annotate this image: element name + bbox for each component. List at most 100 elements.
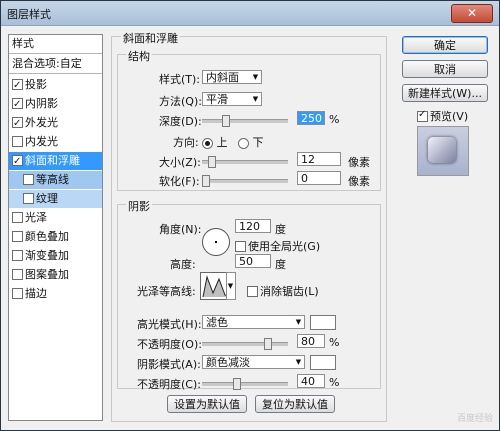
contour-checkbox[interactable] <box>23 173 34 185</box>
depth-slider[interactable] <box>202 115 288 127</box>
depth-label: 深度(D): <box>159 115 202 128</box>
bevel-style-value: 内斜面 <box>206 71 239 84</box>
chevron-down-icon: ▼ <box>295 318 302 326</box>
style-item-inner-shadow[interactable]: 内阴影 <box>9 95 102 114</box>
watermark-text: 百度经验 <box>456 414 493 424</box>
preview-swatch <box>428 137 456 163</box>
layer-style-dialog: 图层样式 ✕ 样式 混合选项:自定 投影 内阴影 外发光 内发光 斜面和浮雕 等… <box>0 0 500 431</box>
style-item-label: 投影 <box>25 78 47 91</box>
structure-title: 结构 <box>126 48 152 64</box>
color-overlay-checkbox[interactable] <box>12 230 23 242</box>
style-list-header[interactable]: 样式 <box>9 35 102 54</box>
style-item-texture[interactable]: 纹理 <box>9 190 102 208</box>
altitude-input[interactable]: 50 <box>235 254 271 268</box>
direction-down-option[interactable]: 下 <box>238 134 264 150</box>
style-item-color-overlay[interactable]: 颜色叠加 <box>9 228 102 246</box>
style-item-contour[interactable]: 等高线 <box>9 171 102 189</box>
inner-glow-checkbox[interactable] <box>12 135 23 147</box>
anti-aliased-option[interactable]: 消除锯齿(L) <box>247 283 319 299</box>
gloss-contour-dropdown[interactable]: ▼ <box>226 272 236 300</box>
size-slider-knob[interactable] <box>208 156 217 168</box>
shadow-mode-select[interactable]: 颜色减淡 ▼ <box>202 355 305 369</box>
bevel-style-select[interactable]: 内斜面 ▼ <box>202 70 262 84</box>
highlight-color-swatch[interactable] <box>310 315 336 330</box>
satin-checkbox[interactable] <box>12 211 23 223</box>
style-item-label: 光泽 <box>25 211 47 224</box>
gradient-overlay-checkbox[interactable] <box>12 249 23 261</box>
direction-up-label: 上 <box>216 136 228 149</box>
shadow-opacity-knob[interactable] <box>233 378 242 390</box>
depth-input[interactable]: 250 <box>297 111 325 125</box>
preview-checkbox[interactable] <box>417 109 428 122</box>
shadow-color-swatch[interactable] <box>310 355 336 370</box>
blend-options-item[interactable]: 混合选项:自定 <box>9 55 102 74</box>
chevron-down-icon: ▼ <box>295 358 302 366</box>
style-item-inner-glow[interactable]: 内发光 <box>9 133 102 151</box>
soften-input[interactable]: 0 <box>297 171 341 185</box>
global-light-checkbox[interactable] <box>235 240 246 252</box>
shadow-opacity-input[interactable]: 40 <box>297 374 325 388</box>
size-slider[interactable] <box>202 156 288 168</box>
preview-label: 预览(V) <box>430 110 469 123</box>
window-title: 图层样式 <box>7 8 51 21</box>
size-unit: 像素 <box>348 156 370 169</box>
texture-checkbox[interactable] <box>23 192 34 204</box>
reset-default-button[interactable]: 复位为默认值 <box>255 395 335 413</box>
style-item-bevel-emboss[interactable]: 斜面和浮雕 <box>9 152 102 171</box>
style-item-gradient-overlay[interactable]: 渐变叠加 <box>9 247 102 265</box>
direction-down-radio[interactable] <box>238 137 249 149</box>
highlight-mode-select[interactable]: 滤色 ▼ <box>202 315 305 329</box>
style-item-label: 内发光 <box>25 135 58 148</box>
pattern-overlay-checkbox[interactable] <box>12 268 23 280</box>
new-style-button[interactable]: 新建样式(W)... <box>402 84 488 102</box>
highlight-opacity-input[interactable]: 80 <box>297 334 325 348</box>
highlight-opacity-knob[interactable] <box>264 338 273 350</box>
altitude-unit: 度 <box>275 258 286 271</box>
shadow-opacity-slider[interactable] <box>202 378 288 390</box>
angle-label: 角度(N): <box>159 223 202 236</box>
direction-up-option[interactable]: 上 <box>202 134 228 150</box>
bevel-emboss-checkbox[interactable] <box>12 153 23 171</box>
preview-option[interactable]: 预览(V) <box>417 108 468 124</box>
drop-shadow-checkbox[interactable] <box>12 77 23 95</box>
style-item-label: 描边 <box>25 287 47 300</box>
style-item-label: 纹理 <box>36 192 58 205</box>
style-item-satin[interactable]: 光泽 <box>9 209 102 227</box>
style-list: 样式 混合选项:自定 投影 内阴影 外发光 内发光 斜面和浮雕 等高线 纹理 光… <box>8 34 103 421</box>
dialog-body: 样式 混合选项:自定 投影 内阴影 外发光 内发光 斜面和浮雕 等高线 纹理 光… <box>1 26 499 430</box>
technique-select[interactable]: 平滑 ▼ <box>202 92 262 106</box>
chevron-down-icon: ▼ <box>227 282 234 290</box>
angle-unit: 度 <box>275 223 286 236</box>
close-button[interactable]: ✕ <box>451 4 493 23</box>
chevron-down-icon: ▼ <box>252 73 259 81</box>
style-item-pattern-overlay[interactable]: 图案叠加 <box>9 266 102 284</box>
make-default-button[interactable]: 设置为默认值 <box>167 395 247 413</box>
global-light-label: 使用全局光(G) <box>248 240 321 253</box>
highlight-opacity-unit: % <box>329 336 340 349</box>
cancel-button[interactable]: 取消 <box>402 60 488 78</box>
angle-input[interactable]: 120 <box>235 219 271 233</box>
style-item-drop-shadow[interactable]: 投影 <box>9 76 102 95</box>
method-label: 方法(Q): <box>159 95 202 108</box>
style-item-label: 斜面和浮雕 <box>25 154 80 167</box>
size-input[interactable]: 12 <box>297 152 341 166</box>
style-item-outer-glow[interactable]: 外发光 <box>9 114 102 133</box>
direction-up-radio[interactable] <box>202 137 213 149</box>
highlight-opacity-slider[interactable] <box>202 338 288 350</box>
soften-slider[interactable] <box>202 175 288 187</box>
angle-dial[interactable] <box>202 228 230 256</box>
highlight-mode-value: 滤色 <box>206 316 228 329</box>
style-item-stroke[interactable]: 描边 <box>9 285 102 303</box>
anti-aliased-label: 消除锯齿(L) <box>260 285 319 298</box>
style-label: 样式(T): <box>159 73 201 86</box>
depth-slider-knob[interactable] <box>221 115 230 127</box>
outer-glow-checkbox[interactable] <box>12 115 23 133</box>
soften-slider-knob[interactable] <box>202 175 210 187</box>
chevron-down-icon: ▼ <box>252 95 259 103</box>
global-light-option[interactable]: 使用全局光(G) <box>235 238 320 254</box>
style-item-label: 等高线 <box>36 173 69 186</box>
stroke-checkbox[interactable] <box>12 287 23 299</box>
ok-button[interactable]: 确定 <box>402 36 488 54</box>
inner-shadow-checkbox[interactable] <box>12 96 23 114</box>
anti-aliased-checkbox[interactable] <box>247 285 258 297</box>
